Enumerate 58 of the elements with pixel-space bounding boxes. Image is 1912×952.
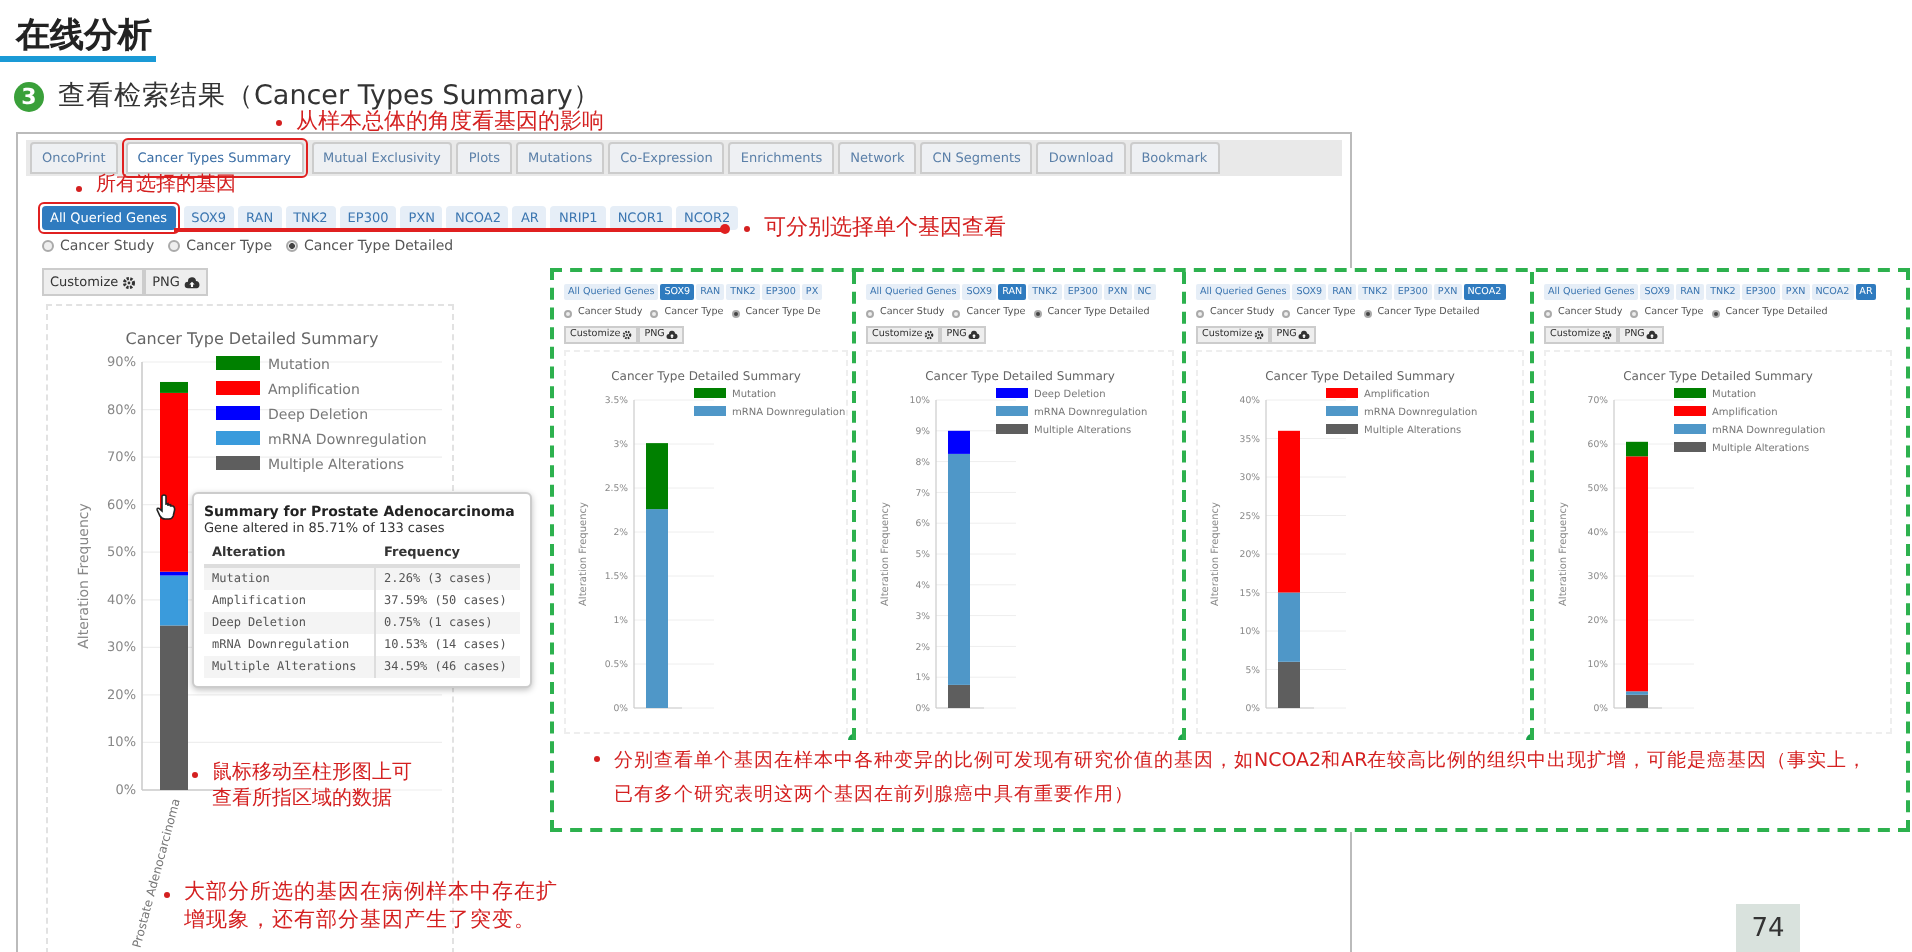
radio-button[interactable]: [952, 309, 961, 317]
gear-icon: [122, 275, 137, 289]
legend-swatch: [216, 356, 260, 370]
legend-swatch: [1674, 406, 1706, 416]
radio-button[interactable]: [1363, 309, 1372, 317]
radio-button[interactable]: [1630, 309, 1639, 317]
legend-swatch: [1674, 388, 1706, 398]
legend-swatch: [216, 406, 260, 420]
bar-segment[interactable]: [160, 392, 188, 572]
page-number: 74: [1736, 904, 1800, 952]
radio-button[interactable]: [168, 240, 181, 252]
radio-button[interactable]: [1196, 309, 1204, 317]
legend-swatch: [996, 406, 1028, 416]
legend-swatch: [694, 406, 726, 416]
gear-icon: [924, 330, 935, 340]
radio-button[interactable]: [731, 309, 740, 317]
annotation-note: 可分别选择单个基因查看: [740, 214, 1006, 243]
pointer-hand-icon: [156, 494, 176, 520]
radio-button[interactable]: [1033, 309, 1042, 317]
gear-icon: [1602, 330, 1613, 340]
bar-segment[interactable]: [1626, 441, 1648, 457]
annotation-note: 从样本总体的角度看基因的影响: [272, 108, 604, 137]
cloud-upload-icon: [183, 275, 200, 289]
legend-swatch: [216, 431, 260, 445]
cloud-upload-icon: [1646, 330, 1659, 340]
cloud-upload-icon: [1298, 330, 1311, 340]
gear-icon: [1254, 330, 1265, 340]
radio-button[interactable]: [866, 309, 874, 317]
annotation-note: 分别查看单个基因在样本中各种变异的比例可发现有研究价值的基因，如NCOA2和AR在较高比例的组织中出现扩增，可能是癌基因（事实上，已有多个研究表明这两个基因在前列腺癌中具有重要作用）: [590, 746, 1886, 813]
step-number: 3: [14, 81, 44, 111]
legend-swatch: [1674, 442, 1706, 452]
annotation-note: 大部分所选的基因在病例样本中存在扩增现象，还有部分基因产生了突变。: [160, 880, 564, 935]
legend-swatch: [1326, 406, 1358, 416]
annotation-note: 鼠标移动至柱形图上可查看所指区域的数据: [188, 760, 414, 812]
gear-icon: [622, 330, 633, 340]
cloud-upload-icon: [968, 330, 981, 340]
radio-button[interactable]: [1711, 309, 1720, 317]
legend-swatch: [1326, 388, 1358, 398]
legend-swatch: [996, 424, 1028, 434]
annotation-note: 所有选择的基因: [72, 174, 236, 198]
legend-swatch: [996, 388, 1028, 398]
slide-title: 在线分析: [16, 16, 152, 56]
legend-swatch: [694, 388, 726, 398]
radio-button[interactable]: [1544, 309, 1552, 317]
bar-segment[interactable]: [948, 430, 970, 454]
radio-button[interactable]: [1282, 309, 1291, 317]
legend-swatch: [1674, 424, 1706, 434]
legend-swatch: [216, 381, 260, 395]
radio-button[interactable]: [286, 240, 299, 252]
legend-swatch: [216, 456, 260, 470]
step-title: 查看检索结果（Cancer Types Summary）: [58, 78, 601, 112]
bar-segment[interactable]: [160, 381, 188, 393]
radio-button[interactable]: [650, 309, 659, 317]
radio-button[interactable]: [564, 309, 572, 317]
cloud-upload-icon: [666, 330, 679, 340]
radio-button[interactable]: [42, 240, 54, 252]
chart-title: Cancer Type Detailed Summary: [125, 330, 379, 348]
legend-swatch: [1326, 424, 1358, 434]
